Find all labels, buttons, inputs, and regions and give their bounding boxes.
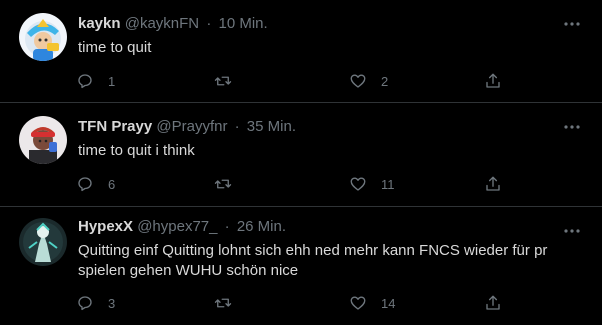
tweet-feed: kaykn @kayknFN · 10 Min. time to quit 1 … (0, 0, 602, 325)
avatar-image (19, 116, 67, 164)
tweet-actions: 1 2 (76, 70, 506, 92)
avatar-image (19, 218, 67, 266)
like-count: 14 (381, 295, 396, 311)
share-button[interactable] (484, 70, 502, 92)
like-button[interactable]: 2 (349, 70, 388, 92)
tweet-text: Quitting einf Quitting lohnt sich ehh ne… (78, 242, 548, 279)
user-handle[interactable]: @hypex77_ (137, 218, 217, 235)
retweet-icon (214, 179, 232, 189)
timestamp[interactable]: 26 Min. (237, 218, 286, 235)
reply-button[interactable]: 3 (76, 292, 115, 314)
heart-icon (350, 296, 366, 310)
reply-count: 6 (108, 176, 116, 192)
separator: · (224, 218, 230, 235)
user-handle[interactable]: @kayknFN (125, 15, 199, 32)
reply-button[interactable]: 1 (76, 70, 115, 92)
share-icon (486, 176, 500, 191)
avatar[interactable] (19, 218, 67, 266)
retweet-button[interactable] (214, 292, 246, 314)
user-handle[interactable]: @Prayyfnr (156, 118, 227, 135)
share-icon (486, 295, 500, 310)
more-dots-icon[interactable] (562, 117, 582, 137)
tweet-header: HypexX @hypex77_ · 26 Min. (78, 217, 286, 237)
like-count: 2 (381, 73, 389, 89)
reply-icon (78, 296, 92, 311)
display-name[interactable]: kaykn (78, 15, 121, 32)
retweet-icon (214, 298, 232, 308)
avatar-image (19, 13, 67, 61)
like-button[interactable]: 11 (349, 173, 395, 195)
share-button[interactable] (484, 173, 502, 195)
retweet-button[interactable] (214, 70, 246, 92)
heart-icon (350, 74, 366, 88)
avatar[interactable] (19, 13, 67, 61)
share-button[interactable] (484, 292, 502, 314)
tweet-actions: 3 14 (76, 292, 506, 314)
share-icon (486, 73, 500, 88)
reply-icon (78, 74, 92, 89)
reply-count: 3 (108, 295, 116, 311)
more-dots-icon[interactable] (562, 221, 582, 241)
separator: · (206, 15, 212, 32)
tweet[interactable]: kaykn @kayknFN · 10 Min. time to quit 1 … (0, 0, 602, 103)
more-dots-icon[interactable] (562, 14, 582, 34)
display-name[interactable]: HypexX (78, 218, 133, 235)
tweet[interactable]: TFN Prayy @Prayyfnr · 35 Min. time to qu… (0, 103, 602, 207)
like-count: 11 (381, 176, 395, 192)
separator: · (234, 118, 240, 135)
tweet-text: time to quit (78, 39, 152, 56)
retweet-icon (214, 76, 232, 86)
retweet-button[interactable] (214, 173, 246, 195)
tweet[interactable]: HypexX @hypex77_ · 26 Min. Quitting einf… (0, 207, 602, 325)
like-button[interactable]: 14 (349, 292, 395, 314)
avatar[interactable] (19, 116, 67, 164)
tweet-text: time to quit i think (78, 142, 195, 159)
reply-button[interactable]: 6 (76, 173, 115, 195)
display-name[interactable]: TFN Prayy (78, 118, 152, 135)
tweet-header: TFN Prayy @Prayyfnr · 35 Min. (78, 117, 296, 137)
timestamp[interactable]: 10 Min. (218, 15, 267, 32)
heart-icon (350, 177, 366, 191)
reply-count: 1 (108, 73, 116, 89)
reply-icon (78, 177, 92, 192)
timestamp[interactable]: 35 Min. (247, 118, 296, 135)
tweet-actions: 6 11 (76, 173, 506, 195)
tweet-header: kaykn @kayknFN · 10 Min. (78, 14, 268, 34)
